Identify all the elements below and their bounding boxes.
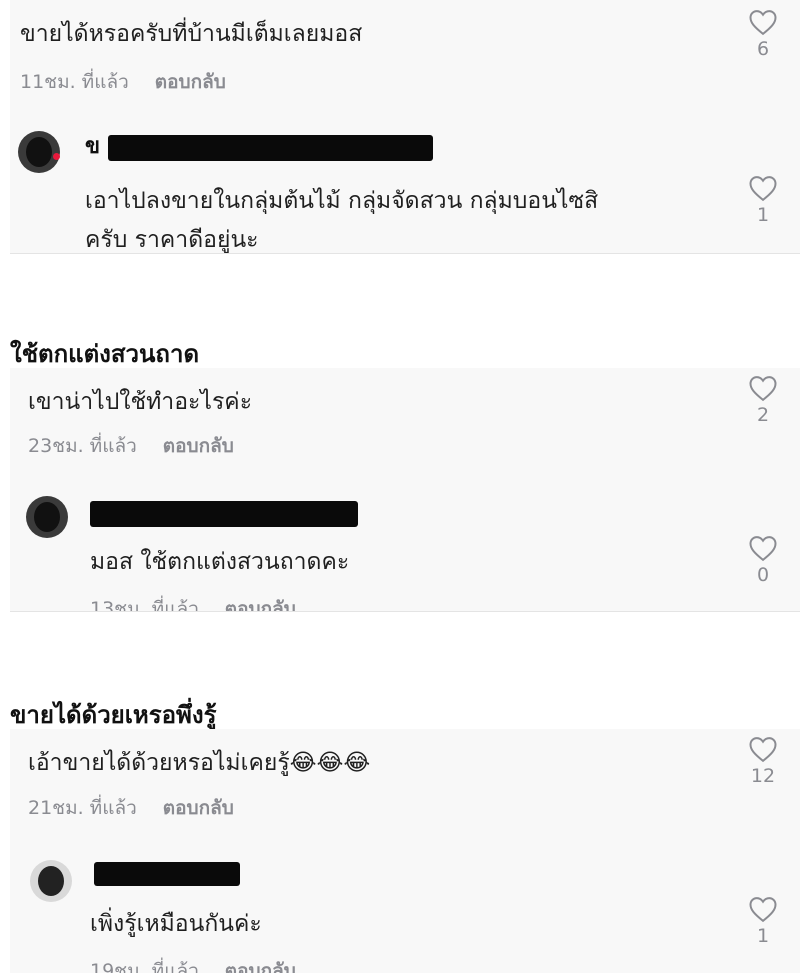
reply-text-line-2: ครับ ราคาดีอยู่นะ [85, 227, 259, 253]
avatar[interactable] [18, 131, 60, 173]
heart-outline-icon [749, 176, 777, 202]
comment-thread-1: ขายได้หรอครับที่บ้านมีเต็มเลยมอส 11ชม. ท… [10, 0, 800, 253]
reply-text: เพิ่งรู้เหมือนกันค่ะ [90, 911, 262, 937]
redacted-username [94, 862, 240, 886]
like-button[interactable]: 0 [743, 534, 783, 586]
like-button[interactable]: 1 [743, 174, 783, 226]
comment-thread-3: เอ้าขายได้ด้วยหรอไม่เคยรู้😂😂😂 21ชม. ที่แ… [10, 729, 800, 973]
reply-button[interactable]: ตอบกลับ [155, 71, 226, 93]
reply-button[interactable]: ตอบกลับ [163, 797, 234, 819]
like-count: 6 [756, 38, 770, 60]
comment-time: 23ชม. ที่แล้ว [28, 435, 137, 457]
reply-button[interactable]: ตอบกลับ [163, 435, 234, 457]
reply-button[interactable]: ตอบกลับ [225, 960, 296, 973]
avatar[interactable] [26, 496, 68, 538]
reply-meta: 13ชม. ที่แล้ว ตอบกลับ [90, 594, 296, 611]
reply-text-line-1: เอาไปลงขายในกลุ่มต้นไม้ กลุ่มจัดสวน กลุ่… [85, 188, 599, 214]
heart-outline-icon [749, 897, 777, 923]
heart-badge-icon [53, 153, 60, 160]
reply-button[interactable]: ตอบกลับ [225, 598, 296, 611]
like-count: 1 [756, 925, 770, 947]
heart-outline-icon [749, 536, 777, 562]
redacted-username [108, 135, 433, 161]
comment-thread-2: เขาน่าไปใช้ทำอะไรค่ะ 23ชม. ที่แล้วตอบกลั… [10, 368, 800, 611]
like-count: 12 [750, 765, 776, 787]
comment-time: 21ชม. ที่แล้ว [28, 797, 137, 819]
comment-meta: 21ชม. ที่แล้ว ตอบกลับ [28, 793, 234, 823]
comment-text: เอ้าขายได้ด้วยหรอไม่เคยรู้😂😂😂 [28, 750, 371, 776]
like-button[interactable]: 1 [743, 895, 783, 947]
like-button[interactable]: 12 [743, 735, 783, 787]
heart-outline-icon [749, 10, 777, 36]
avatar[interactable] [30, 860, 72, 902]
heart-outline-icon [749, 376, 777, 402]
like-count: 2 [756, 404, 770, 426]
reply-text: มอส ใช้ตกแต่งสวนถาดคะ [90, 549, 350, 575]
reply-meta: 19ชม. ที่แล้ว ตอบกลับ [90, 956, 296, 973]
username-fragment: ข [85, 134, 101, 159]
divider [10, 253, 800, 254]
reply-time: 13ชม. ที่แล้ว [90, 598, 199, 611]
like-button[interactable]: 6 [743, 8, 783, 60]
divider [10, 611, 800, 612]
comment-text: เขาน่าไปใช้ทำอะไรค่ะ [28, 389, 253, 415]
comment-time: 11ชม. ที่แล้ว [20, 71, 129, 93]
like-count: 1 [756, 204, 770, 226]
like-button[interactable]: 2 [743, 374, 783, 426]
comment-meta: 11ชม. ที่แล้ว ตอบกลับ [20, 67, 226, 97]
comment-meta: 23ชม. ที่แล้ว ตอบกลับ [28, 431, 234, 461]
comment-text: ขายได้หรอครับที่บ้านมีเต็มเลยมอส [20, 21, 363, 47]
like-count: 0 [756, 564, 770, 586]
redacted-username [90, 501, 358, 527]
heart-outline-icon [749, 737, 777, 763]
reply-time: 19ชม. ที่แล้ว [90, 960, 199, 973]
